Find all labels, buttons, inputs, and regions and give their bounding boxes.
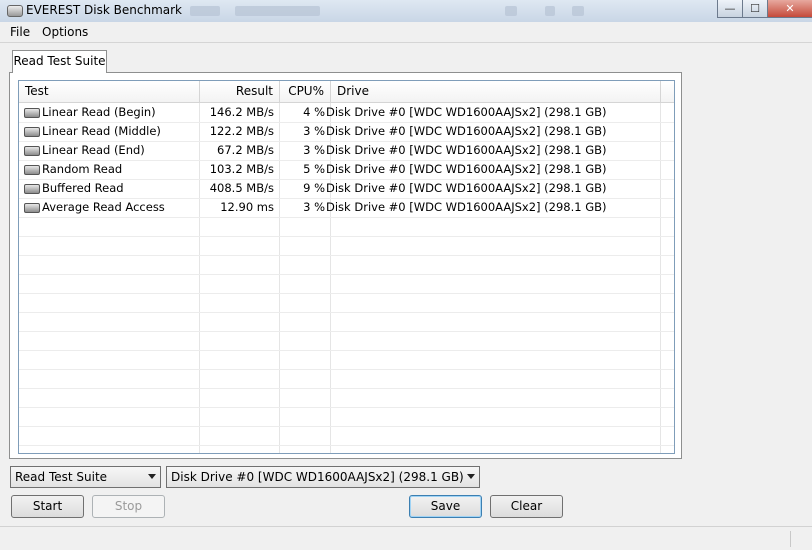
grid-divider (19, 274, 674, 275)
maximize-button[interactable]: ☐ (742, 0, 768, 18)
test-name: Linear Read (Middle) (42, 124, 161, 138)
background-glyph (545, 6, 555, 16)
test-name: Linear Read (Begin) (42, 105, 156, 119)
test-suite-select[interactable]: Read Test Suite (10, 466, 161, 488)
grid-divider (19, 369, 674, 370)
background-glyph (235, 6, 320, 16)
hard-disk-icon (24, 203, 40, 213)
test-name: Linear Read (End) (42, 143, 145, 157)
test-name: Average Read Access (42, 200, 165, 214)
drive-name: Disk Drive #0 [WDC WD1600AAJSx2] (298.1 … (326, 200, 607, 214)
status-divider (790, 531, 791, 547)
close-button[interactable]: ✕ (767, 0, 812, 18)
grid-divider (19, 217, 674, 218)
test-result: 103.2 MB/s (209, 162, 274, 176)
save-button[interactable]: Save (409, 495, 482, 518)
cpu-usage: 3 % (303, 124, 325, 138)
drive-select[interactable]: Disk Drive #0 [WDC WD1600AAJSx2] (298.1 … (166, 466, 480, 488)
drive-name: Disk Drive #0 [WDC WD1600AAJSx2] (298.1 … (326, 124, 607, 138)
table-row[interactable]: Linear Read (Begin) 146.2 MB/s 4 % Disk … (19, 103, 674, 122)
status-bar (0, 526, 812, 550)
results-table[interactable]: Test Result CPU% Drive Linear Read (Begi… (18, 80, 675, 454)
background-glyph (505, 6, 517, 16)
menu-bar: File Options (0, 22, 812, 42)
hard-disk-icon (24, 146, 40, 156)
cpu-usage: 4 % (303, 105, 325, 119)
table-row[interactable]: Average Read Access 12.90 ms 3 % Disk Dr… (19, 198, 674, 217)
table-row[interactable]: Linear Read (End) 67.2 MB/s 3 % Disk Dri… (19, 141, 674, 160)
minimize-button[interactable]: — (717, 0, 743, 18)
grid-divider (19, 407, 674, 408)
background-glyph (572, 6, 584, 16)
table-row[interactable]: Random Read 103.2 MB/s 5 % Disk Drive #0… (19, 160, 674, 179)
grid-divider (19, 236, 674, 237)
background-glyph (190, 6, 220, 16)
cpu-usage: 9 % (303, 181, 325, 195)
cpu-usage: 5 % (303, 162, 325, 176)
column-header-result[interactable]: Result (200, 81, 280, 103)
title-bar: EVEREST Disk Benchmark — ☐ ✕ (0, 0, 812, 22)
drive-select-value: Disk Drive #0 [WDC WD1600AAJSx2] (298.1 … (171, 470, 464, 484)
menu-divider (0, 42, 812, 43)
cpu-usage: 3 % (303, 200, 325, 214)
hard-disk-icon (24, 165, 40, 175)
disk-app-icon (7, 5, 23, 17)
test-result: 67.2 MB/s (217, 143, 274, 157)
clear-button[interactable]: Clear (490, 495, 563, 518)
test-name: Random Read (42, 162, 123, 176)
test-result: 122.2 MB/s (209, 124, 274, 138)
drive-name: Disk Drive #0 [WDC WD1600AAJSx2] (298.1 … (326, 143, 607, 157)
test-result: 408.5 MB/s (209, 181, 274, 195)
chevron-down-icon (467, 474, 475, 479)
column-header-test[interactable]: Test (19, 81, 200, 103)
grid-divider (19, 312, 674, 313)
table-row[interactable]: Linear Read (Middle) 122.2 MB/s 3 % Disk… (19, 122, 674, 141)
drive-name: Disk Drive #0 [WDC WD1600AAJSx2] (298.1 … (326, 181, 607, 195)
grid-divider (19, 255, 674, 256)
hard-disk-icon (24, 108, 40, 118)
grid-divider (19, 445, 674, 446)
tab-read-test-suite[interactable]: Read Test Suite (12, 50, 107, 73)
tab-panel: Test Result CPU% Drive Linear Read (Begi… (9, 72, 682, 459)
drive-name: Disk Drive #0 [WDC WD1600AAJSx2] (298.1 … (326, 162, 607, 176)
grid-divider (19, 331, 674, 332)
column-header-drive[interactable]: Drive (331, 81, 661, 103)
test-suite-select-value: Read Test Suite (15, 470, 108, 484)
test-name: Buffered Read (42, 181, 124, 195)
grid-divider (19, 293, 674, 294)
grid-divider (19, 350, 674, 351)
test-result: 146.2 MB/s (209, 105, 274, 119)
cpu-usage: 3 % (303, 143, 325, 157)
column-header-cpu[interactable]: CPU% (280, 81, 331, 103)
chevron-down-icon (148, 474, 156, 479)
table-row[interactable]: Buffered Read 408.5 MB/s 9 % Disk Drive … (19, 179, 674, 198)
grid-divider (19, 426, 674, 427)
test-result: 12.90 ms (220, 200, 274, 214)
menu-file[interactable]: File (10, 25, 30, 39)
start-button[interactable]: Start (11, 495, 84, 518)
drive-name: Disk Drive #0 [WDC WD1600AAJSx2] (298.1 … (326, 105, 607, 119)
hard-disk-icon (24, 127, 40, 137)
column-header-filler (661, 81, 674, 103)
hard-disk-icon (24, 184, 40, 194)
stop-button[interactable]: Stop (92, 495, 165, 518)
grid-divider (19, 388, 674, 389)
window-title: EVEREST Disk Benchmark (26, 3, 182, 17)
menu-options[interactable]: Options (42, 25, 88, 39)
